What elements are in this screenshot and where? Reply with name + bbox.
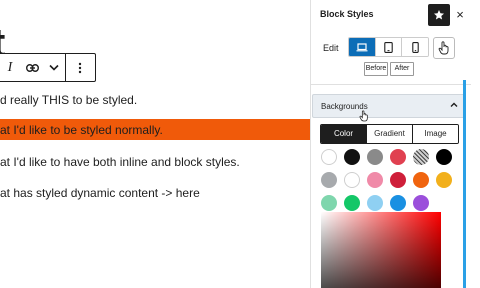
after-button[interactable]: After bbox=[390, 62, 414, 76]
chevron-up-icon bbox=[450, 102, 458, 107]
desktop-icon bbox=[356, 42, 368, 51]
paragraph-block[interactable]: at I'd like to be styled normally. bbox=[0, 122, 163, 138]
hand-pointer-icon bbox=[438, 41, 449, 55]
tablet-icon bbox=[384, 41, 393, 53]
sidebar-title: Block Styles bbox=[320, 9, 374, 19]
italic-icon: I bbox=[7, 59, 13, 75]
color-swatch[interactable] bbox=[321, 149, 337, 165]
paragraph-block[interactable]: at has styled dynamic content -> here bbox=[0, 185, 200, 201]
color-swatch[interactable] bbox=[367, 195, 383, 211]
color-swatch[interactable] bbox=[367, 149, 383, 165]
color-swatch[interactable] bbox=[390, 195, 406, 211]
color-swatch[interactable] bbox=[390, 149, 406, 165]
device-switcher bbox=[348, 37, 429, 57]
hand-cursor-icon bbox=[359, 110, 368, 122]
block-toolbar: I bbox=[0, 53, 96, 82]
sidebar-divider bbox=[311, 84, 480, 85]
star-icon bbox=[434, 10, 444, 20]
chevron-down-icon bbox=[49, 64, 59, 71]
tab-color[interactable]: Color bbox=[321, 125, 367, 143]
edit-label: Edit bbox=[323, 43, 339, 53]
backgrounds-panel-toggle[interactable]: Backgrounds bbox=[312, 94, 465, 122]
custom-color-picker[interactable] bbox=[321, 212, 441, 288]
sidebar-header: Block Styles × bbox=[311, 0, 480, 30]
italic-button[interactable]: I bbox=[0, 54, 21, 81]
color-swatch[interactable] bbox=[390, 172, 406, 188]
desktop-view-button[interactable] bbox=[349, 38, 376, 56]
more-rich-text-button[interactable] bbox=[43, 54, 65, 81]
mobile-icon bbox=[411, 41, 419, 53]
color-swatch[interactable] bbox=[367, 172, 383, 188]
link-icon bbox=[25, 63, 39, 72]
color-swatch[interactable] bbox=[344, 195, 360, 211]
block-options-button[interactable] bbox=[66, 54, 94, 81]
color-swatch[interactable] bbox=[344, 149, 360, 165]
color-swatch[interactable] bbox=[436, 149, 452, 165]
editor-canvas: t I d really THIS to be styled. bbox=[0, 0, 310, 288]
mobile-view-button[interactable] bbox=[402, 38, 428, 56]
tablet-view-button[interactable] bbox=[375, 38, 403, 56]
tab-image[interactable]: Image bbox=[413, 125, 458, 143]
close-icon: × bbox=[456, 7, 464, 22]
pin-sidebar-button[interactable] bbox=[428, 4, 450, 26]
block-styles-sidebar: Block Styles × Edit Before After Backgro… bbox=[310, 0, 480, 288]
element-picker-button[interactable] bbox=[433, 37, 455, 59]
sidebar-edge bbox=[471, 0, 480, 288]
color-swatch[interactable] bbox=[413, 195, 429, 211]
link-button[interactable] bbox=[21, 54, 43, 81]
panel-focus-indicator bbox=[463, 80, 466, 288]
color-swatch[interactable] bbox=[436, 172, 452, 188]
before-after-toggle: Before After bbox=[364, 62, 414, 76]
paragraph-block[interactable]: at I'd like to have both inline and bloc… bbox=[0, 154, 240, 170]
paragraph-block[interactable]: d really THIS to be styled. bbox=[0, 92, 137, 108]
tab-gradient[interactable]: Gradient bbox=[367, 125, 413, 143]
more-vertical-icon bbox=[78, 62, 82, 73]
before-button[interactable]: Before bbox=[364, 62, 388, 76]
color-swatch[interactable] bbox=[344, 172, 360, 188]
color-swatch[interactable] bbox=[321, 172, 337, 188]
color-swatch[interactable] bbox=[413, 172, 429, 188]
background-type-tabs: Color Gradient Image bbox=[320, 124, 459, 144]
color-swatch[interactable] bbox=[321, 195, 337, 211]
close-sidebar-button[interactable]: × bbox=[453, 6, 467, 24]
color-swatch[interactable] bbox=[413, 149, 429, 165]
